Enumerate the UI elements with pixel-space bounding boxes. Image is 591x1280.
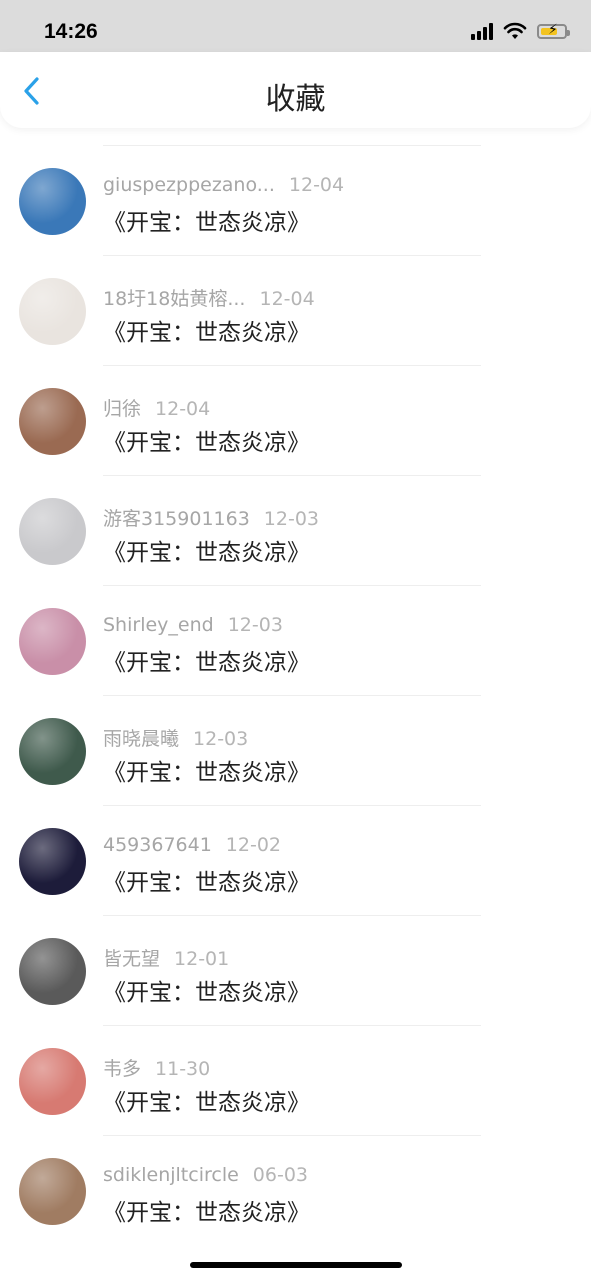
- item-meta: 归徐 12-04: [103, 394, 210, 421]
- divider: [103, 475, 481, 476]
- item-username: sdiklenjltcircle: [103, 1164, 239, 1186]
- item-date: 06-03: [252, 1164, 309, 1186]
- item-title: 《开宝：世态炎凉》: [103, 540, 310, 566]
- item-date: 12-04: [288, 174, 345, 196]
- item-date: 12-01: [174, 948, 230, 970]
- item-date: 12-04: [259, 288, 315, 310]
- home-indicator[interactable]: [190, 1262, 402, 1268]
- divider: [103, 805, 481, 806]
- navigation-bar: 收藏: [0, 52, 591, 128]
- item-username: 游客315901163: [103, 508, 250, 530]
- divider: [103, 915, 481, 916]
- avatar[interactable]: [19, 718, 86, 785]
- avatar[interactable]: [19, 1158, 86, 1225]
- item-date: 12-03: [227, 614, 283, 636]
- item-username: 归徐: [103, 398, 142, 420]
- item-title: 《开宝：世态炎凉》: [103, 980, 310, 1006]
- item-meta: 459367641 12-02: [103, 834, 281, 856]
- avatar[interactable]: [19, 828, 86, 895]
- item-meta: giuspezppezano... 12-04: [103, 174, 344, 196]
- item-date: 12-04: [155, 398, 211, 420]
- list-item[interactable]: Shirley_end 12-03 《开宝：世态炎凉》: [0, 585, 591, 695]
- item-title: 《开宝：世态炎凉》: [103, 430, 310, 456]
- battery-icon: ⚡: [537, 23, 570, 39]
- avatar[interactable]: [19, 608, 86, 675]
- item-username: 皆无望: [103, 948, 161, 970]
- list-item[interactable]: sdiklenjltcircle 06-03 《开宝：世态炎凉》: [0, 1135, 591, 1245]
- item-title: 《开宝：世态炎凉》: [103, 210, 310, 236]
- list-item[interactable]: 18圩18姑黄榕... 12-04 《开宝：世态炎凉》: [0, 255, 591, 365]
- item-meta: 韦多 11-30: [103, 1054, 210, 1081]
- divider: [103, 695, 481, 696]
- divider: [103, 1025, 481, 1026]
- avatar[interactable]: [19, 278, 86, 345]
- wifi-icon: [503, 22, 527, 39]
- item-username: 18圩18姑黄榕...: [103, 288, 246, 310]
- avatar[interactable]: [19, 938, 86, 1005]
- status-time: 14:26: [44, 20, 98, 43]
- status-icons: ⚡: [471, 22, 570, 40]
- item-meta: sdiklenjltcircle 06-03: [103, 1164, 308, 1186]
- page-title: 收藏: [265, 82, 326, 117]
- divider: [103, 365, 481, 366]
- divider: [103, 1135, 481, 1136]
- item-title: 《开宝：世态炎凉》: [103, 320, 310, 346]
- item-title: 《开宝：世态炎凉》: [103, 760, 310, 786]
- avatar[interactable]: [19, 498, 86, 565]
- list-item[interactable]: 459367641 12-02 《开宝：世态炎凉》: [0, 805, 591, 915]
- item-username: giuspezppezano...: [103, 174, 275, 196]
- divider: [103, 585, 481, 586]
- list-item[interactable]: 皆无望 12-01 《开宝：世态炎凉》: [0, 915, 591, 1025]
- signal-icon: [471, 22, 493, 40]
- list-item[interactable]: 韦多 11-30 《开宝：世态炎凉》: [0, 1025, 591, 1135]
- item-meta: Shirley_end 12-03: [103, 614, 283, 636]
- avatar[interactable]: [19, 168, 86, 235]
- item-username: 雨晓晨曦: [103, 728, 180, 750]
- item-date: 12-03: [193, 728, 249, 750]
- list-item[interactable]: 雨晓晨曦 12-03 《开宝：世态炎凉》: [0, 695, 591, 805]
- item-title: 《开宝：世态炎凉》: [103, 650, 310, 676]
- status-bar: 14:26 ⚡: [0, 0, 591, 52]
- avatar[interactable]: [19, 388, 86, 455]
- item-title: 《开宝：世态炎凉》: [103, 1200, 310, 1226]
- item-meta: 皆无望 12-01: [103, 944, 229, 971]
- item-meta: 雨晓晨曦 12-03: [103, 724, 248, 751]
- list-item[interactable]: 归徐 12-04 《开宝：世态炎凉》: [0, 365, 591, 475]
- list-item[interactable]: 游客315901163 12-03 《开宝：世态炎凉》: [0, 475, 591, 585]
- item-date: 12-03: [263, 508, 320, 530]
- item-meta: 18圩18姑黄榕... 12-04: [103, 284, 315, 311]
- item-meta: 游客315901163 12-03: [103, 504, 319, 531]
- favorites-list: giuspezppezano... 12-04 《开宝：世态炎凉》 18圩18姑黄榕.…: [0, 145, 591, 1245]
- list-item[interactable]: giuspezppezano... 12-04 《开宝：世态炎凉》: [0, 145, 591, 255]
- divider: [103, 145, 481, 146]
- item-date: 11-30: [155, 1058, 211, 1080]
- divider: [103, 255, 481, 256]
- item-date: 12-02: [225, 834, 282, 856]
- item-username: 韦多: [103, 1058, 142, 1080]
- item-title: 《开宝：世态炎凉》: [103, 870, 310, 896]
- item-title: 《开宝：世态炎凉》: [103, 1090, 310, 1116]
- item-username: Shirley_end: [103, 614, 214, 636]
- item-username: 459367641: [103, 834, 212, 856]
- avatar[interactable]: [19, 1048, 86, 1115]
